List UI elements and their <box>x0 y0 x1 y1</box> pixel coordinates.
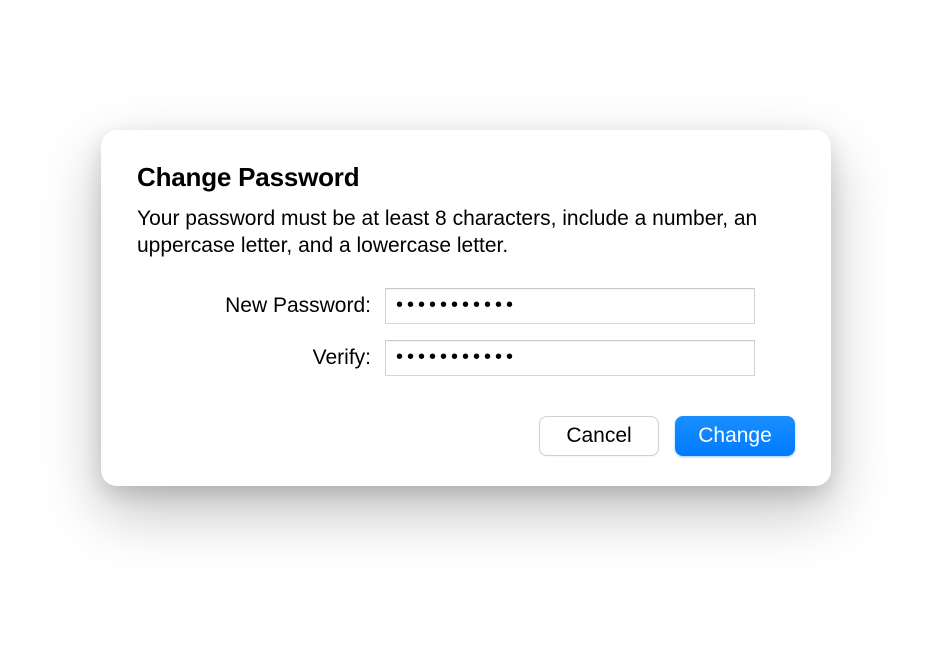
new-password-label: New Password: <box>137 294 385 318</box>
dialog-title: Change Password <box>137 162 795 193</box>
dialog-description: Your password must be at least 8 charact… <box>137 205 795 260</box>
new-password-input[interactable] <box>385 288 755 324</box>
verify-password-label: Verify: <box>137 346 385 370</box>
verify-password-input[interactable] <box>385 340 755 376</box>
verify-password-row: Verify: <box>137 340 795 376</box>
change-password-dialog: Change Password Your password must be at… <box>101 130 831 486</box>
cancel-button[interactable]: Cancel <box>539 416 659 456</box>
change-button[interactable]: Change <box>675 416 795 456</box>
new-password-row: New Password: <box>137 288 795 324</box>
dialog-button-row: Cancel Change <box>137 416 795 456</box>
